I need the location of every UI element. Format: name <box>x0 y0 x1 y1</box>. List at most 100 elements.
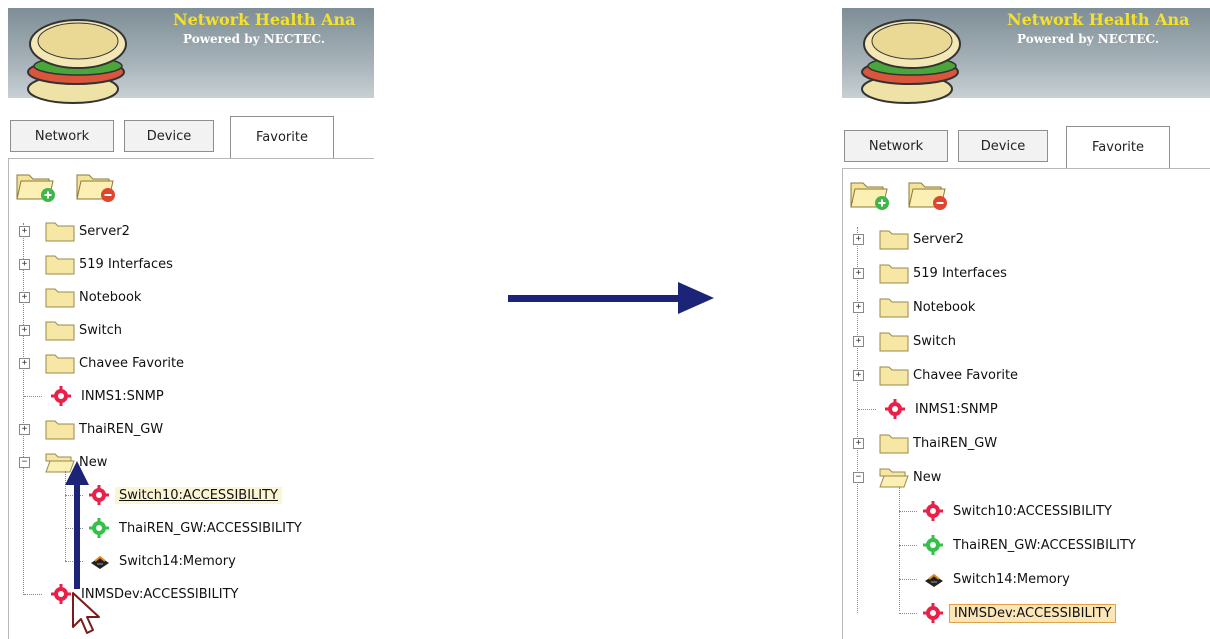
folder-icon <box>45 255 75 275</box>
folder-remove-icon[interactable] <box>907 175 953 211</box>
tree-folder-thairen-gw[interactable]: + ThaiREN_GW <box>17 415 167 443</box>
folder-icon <box>879 332 909 352</box>
expand-icon[interactable]: + <box>19 225 30 237</box>
panel-after: Network Health Ana Powered by NECTEC. Ne… <box>842 8 1210 639</box>
expand-icon[interactable]: + <box>19 258 30 270</box>
expand-icon[interactable]: + <box>853 369 864 381</box>
expand-icon[interactable]: + <box>853 437 864 449</box>
tree-label: INMS1:SNMP <box>915 401 998 417</box>
tree-label: 519 Interfaces <box>913 265 1007 281</box>
tree-label: Notebook <box>79 289 142 305</box>
tree-label: Switch <box>79 322 122 338</box>
gear-icon <box>51 386 71 406</box>
expand-icon[interactable]: + <box>19 423 30 435</box>
tree-item-switch10[interactable]: Switch10:ACCESSIBILITY <box>851 497 1116 525</box>
tree-label: ThaiREN_GW <box>913 435 998 451</box>
logo-icon <box>861 19 961 104</box>
tab-favorite[interactable]: Favorite <box>230 116 334 158</box>
tree-item-thairen-gw-accessibility[interactable]: ThaiREN_GW:ACCESSIBILITY <box>17 514 306 542</box>
expand-icon[interactable]: + <box>853 335 864 347</box>
folder-icon <box>879 434 909 454</box>
tree-folder-519-interfaces[interactable]: + 519 Interfaces <box>851 259 1011 287</box>
expand-icon[interactable]: + <box>853 301 864 313</box>
tree-item-thairen-gw-accessibility[interactable]: ThaiREN_GW:ACCESSIBILITY <box>851 531 1140 559</box>
folder-icon <box>879 230 909 250</box>
tree-folder-server2[interactable]: + Server2 <box>17 217 134 245</box>
collapse-icon[interactable]: − <box>853 471 864 483</box>
tree-folder-server2[interactable]: + Server2 <box>851 225 968 253</box>
app-header: Network Health Ana Powered by NECTEC. <box>842 8 1210 104</box>
tree-folder-chavee-favorite[interactable]: + Chavee Favorite <box>17 349 188 377</box>
chip-icon <box>925 573 943 587</box>
folder-icon <box>45 288 75 308</box>
tree-label: Server2 <box>913 231 964 247</box>
tree-label: Switch14:Memory <box>953 571 1070 587</box>
folder-icon <box>45 420 75 440</box>
tree-label: New <box>913 469 942 485</box>
tree-label: Switch10:ACCESSIBILITY <box>115 486 282 504</box>
folder-remove-icon[interactable] <box>75 167 121 203</box>
gear-icon <box>89 518 109 538</box>
tree-label: ThaiREN_GW <box>79 421 164 437</box>
app-title: Network Health Ana <box>1007 10 1190 29</box>
folder-add-icon[interactable] <box>15 167 61 203</box>
gear-icon <box>885 399 905 419</box>
tree-folder-switch[interactable]: + Switch <box>851 327 960 355</box>
tree-label: Switch10:ACCESSIBILITY <box>953 503 1112 519</box>
tree-label: 519 Interfaces <box>79 256 173 272</box>
folder-icon <box>45 321 75 341</box>
app-subtitle: Powered by NECTEC. <box>183 32 325 46</box>
tree-item-inmsdev[interactable]: INMSDev:ACCESSIBILITY <box>851 599 1117 627</box>
tree-label: INMSDev:ACCESSIBILITY <box>949 603 1117 623</box>
tree-item-inmsdev[interactable]: INMSDev:ACCESSIBILITY <box>17 580 242 608</box>
folder-icon <box>879 298 909 318</box>
collapse-icon[interactable]: − <box>19 456 30 468</box>
transition-arrow-icon <box>508 282 714 314</box>
tab-device[interactable]: Device <box>124 120 214 152</box>
gear-icon <box>89 485 109 505</box>
tree-area: + Server2 + 519 Interfaces + Notebook + … <box>842 168 1210 639</box>
tree-item-inms1[interactable]: INMS1:SNMP <box>851 395 1002 423</box>
expand-icon[interactable]: + <box>19 291 30 303</box>
gear-icon <box>923 603 943 623</box>
tree-label: Notebook <box>913 299 976 315</box>
expand-icon[interactable]: + <box>19 324 30 336</box>
folder-icon <box>45 222 75 242</box>
folder-icon <box>45 354 75 374</box>
tab-device[interactable]: Device <box>958 130 1048 162</box>
tree-folder-notebook[interactable]: + Notebook <box>17 283 145 311</box>
tab-network[interactable]: Network <box>10 120 114 152</box>
tree-item-switch10[interactable]: Switch10:ACCESSIBILITY <box>17 481 282 509</box>
tree-area: + Server2 + 519 Interfaces + Notebook + … <box>8 158 374 639</box>
app-title: Network Health Ana <box>173 10 356 29</box>
tab-favorite[interactable]: Favorite <box>1066 126 1170 168</box>
tree-item-inms1[interactable]: INMS1:SNMP <box>17 382 168 410</box>
chip-icon <box>91 555 109 569</box>
mouse-cursor-icon <box>72 592 100 634</box>
tree-label: Chavee Favorite <box>913 367 1019 383</box>
drag-up-arrow-icon <box>65 461 89 589</box>
tree-label: Chavee Favorite <box>79 355 185 371</box>
app-subtitle: Powered by NECTEC. <box>1017 32 1159 46</box>
tree-folder-thairen-gw[interactable]: + ThaiREN_GW <box>851 429 1001 457</box>
expand-icon[interactable]: + <box>853 267 864 279</box>
gear-icon <box>923 535 943 555</box>
panel-before: Network Health Ana Powered by NECTEC. Ne… <box>8 8 374 639</box>
folder-icon <box>879 366 909 386</box>
tree-label: ThaiREN_GW:ACCESSIBILITY <box>119 520 302 536</box>
folder-icon <box>879 264 909 284</box>
folder-add-icon[interactable] <box>849 175 895 211</box>
tree-folder-519-interfaces[interactable]: + 519 Interfaces <box>17 250 177 278</box>
tab-network[interactable]: Network <box>844 130 948 162</box>
expand-icon[interactable]: + <box>853 233 864 245</box>
tree-folder-switch[interactable]: + Switch <box>17 316 126 344</box>
gear-icon <box>923 501 943 521</box>
tree-folder-notebook[interactable]: + Notebook <box>851 293 979 321</box>
expand-icon[interactable]: + <box>19 357 30 369</box>
app-header: Network Health Ana Powered by NECTEC. <box>8 8 374 104</box>
tree-label: Server2 <box>79 223 130 239</box>
tree-item-switch14[interactable]: Switch14:Memory <box>17 547 240 575</box>
tree-folder-chavee-favorite[interactable]: + Chavee Favorite <box>851 361 1022 389</box>
tree-item-switch14[interactable]: Switch14:Memory <box>851 565 1074 593</box>
tree-label: Switch14:Memory <box>119 553 236 569</box>
